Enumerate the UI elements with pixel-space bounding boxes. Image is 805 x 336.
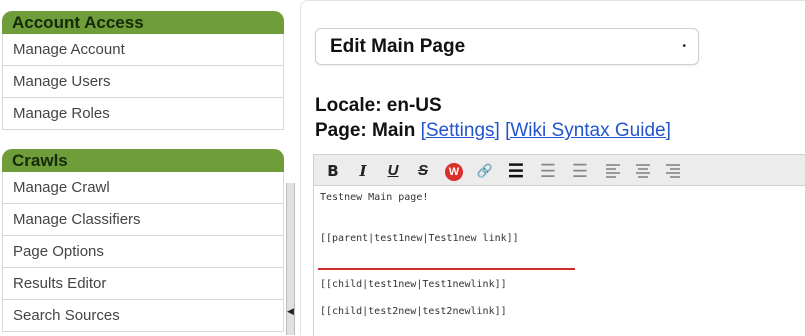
editor-line: Testnew Main page! xyxy=(320,192,429,203)
wiki-syntax-guide-link[interactable]: [Wiki Syntax Guide] xyxy=(505,120,671,141)
align-left-button[interactable] xyxy=(602,160,624,182)
page-select[interactable]: Edit Main Page • xyxy=(315,28,699,65)
align-center-button[interactable] xyxy=(632,160,654,182)
editor-line: [[parent|test1new|Test1new link]] xyxy=(320,233,519,244)
sidebar-item-manage-account[interactable]: Manage Account xyxy=(2,34,284,66)
page-heading: Page: Main [Settings] [Wiki Syntax Guide… xyxy=(315,120,671,142)
sidebar-item-manage-roles[interactable]: Manage Roles xyxy=(2,98,284,130)
wiki-editor-textarea[interactable]: Testnew Main page! [[parent|test1new|Tes… xyxy=(313,186,805,336)
bullet-list-button[interactable]: ☰ xyxy=(504,160,528,182)
underline-button[interactable]: U xyxy=(382,160,404,182)
sidebar-item-page-options[interactable]: Page Options xyxy=(2,236,284,268)
settings-link[interactable]: [Settings] xyxy=(421,120,500,141)
wiki-icon: W xyxy=(445,163,463,181)
align-center-icon xyxy=(636,162,650,180)
account-access-list: Manage Account Manage Users Manage Roles xyxy=(2,34,284,130)
editor-line: [[child|test1new|Test1newlink]] xyxy=(320,279,507,290)
align-right-icon xyxy=(666,162,680,180)
main-panel: Edit Main Page • Locale: en-US Page: Mai… xyxy=(300,0,805,336)
sidebar-item-manage-users[interactable]: Manage Users xyxy=(2,66,284,98)
section-header-account-access: Account Access xyxy=(2,11,284,34)
sidebar-item-results-editor[interactable]: Results Editor xyxy=(2,268,284,300)
crawls-list: Manage Crawl Manage Classifiers Page Opt… xyxy=(2,172,284,332)
sidebar-item-search-sources[interactable]: Search Sources xyxy=(2,300,284,332)
sidebar-item-manage-classifiers[interactable]: Manage Classifiers xyxy=(2,204,284,236)
link-button[interactable]: 🔗 xyxy=(474,160,496,182)
locale-heading: Locale: en-US xyxy=(315,95,442,116)
section-header-crawls: Crawls xyxy=(2,149,284,172)
highlight-underline xyxy=(318,268,575,270)
bold-button[interactable]: B xyxy=(322,160,344,182)
strikethrough-button[interactable]: S xyxy=(412,160,434,182)
collapse-left-icon[interactable]: ◀ xyxy=(287,304,294,318)
wiki-button[interactable]: W xyxy=(442,160,466,182)
numbered-list-button[interactable]: ☰ xyxy=(536,160,560,182)
align-left-icon xyxy=(606,162,620,180)
align-right-button[interactable] xyxy=(662,160,684,182)
editor-toolbar: B I U S W 🔗 ☰ ☰ ☰ xyxy=(313,154,805,186)
italic-button[interactable]: I xyxy=(352,160,374,182)
indent-button[interactable]: ☰ xyxy=(568,160,592,182)
page-select-value: Edit Main Page xyxy=(330,36,466,57)
sidebar: Account Access Manage Account Manage Use… xyxy=(0,0,287,335)
sidebar-item-manage-crawl[interactable]: Manage Crawl xyxy=(2,172,284,204)
dropdown-caret-icon: • xyxy=(682,41,686,52)
editor-line: [[child|test2new|test2newlink]] xyxy=(320,306,507,317)
page-label: Page: Main xyxy=(315,120,416,141)
